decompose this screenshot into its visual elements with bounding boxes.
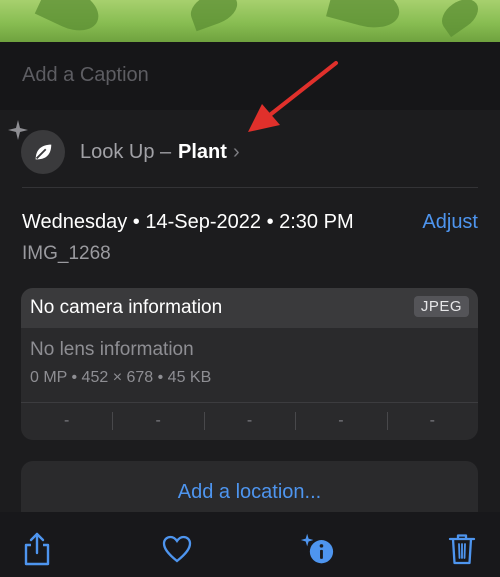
exif-aperture: - bbox=[295, 402, 386, 440]
leaf-icon bbox=[21, 130, 65, 174]
sparkle-icon bbox=[8, 120, 28, 140]
image-specs: 0 MP • 452 × 678 • 45 KB bbox=[30, 369, 212, 386]
chevron-right-icon: › bbox=[233, 141, 240, 163]
add-location-button[interactable]: Add a location... bbox=[21, 481, 478, 504]
photo-preview bbox=[0, 0, 500, 42]
format-badge: JPEG bbox=[413, 296, 469, 317]
trash-icon[interactable] bbox=[445, 532, 479, 566]
look-up-row[interactable] bbox=[0, 110, 500, 188]
look-up-value: Plant bbox=[178, 141, 227, 163]
exif-iso: - bbox=[64, 412, 70, 429]
file-name: IMG_1268 bbox=[22, 243, 111, 264]
camera-title: No camera information bbox=[30, 297, 223, 318]
exif-ev: - bbox=[203, 402, 295, 440]
exif-focal-length: - bbox=[112, 402, 203, 440]
lens-info: No lens information bbox=[30, 339, 194, 360]
date-time: Wednesday • 14-Sep-2022 • 2:30 PM bbox=[22, 211, 354, 233]
info-sparkle-icon[interactable] bbox=[300, 532, 334, 566]
divider bbox=[22, 187, 478, 188]
bottom-toolbar bbox=[0, 512, 500, 577]
caption-placeholder: Add a Caption bbox=[22, 64, 149, 86]
camera-info-card: No camera information JPEG No lens infor… bbox=[21, 288, 478, 440]
adjust-button[interactable]: Adjust bbox=[422, 211, 478, 234]
heart-icon[interactable] bbox=[160, 532, 194, 566]
exif-shutter: - bbox=[386, 402, 478, 440]
camera-info-header: No camera information JPEG bbox=[21, 288, 478, 328]
share-icon[interactable] bbox=[20, 532, 54, 566]
exif-row: - - - - - bbox=[21, 402, 478, 440]
look-up-label: Look Up – bbox=[80, 141, 172, 163]
